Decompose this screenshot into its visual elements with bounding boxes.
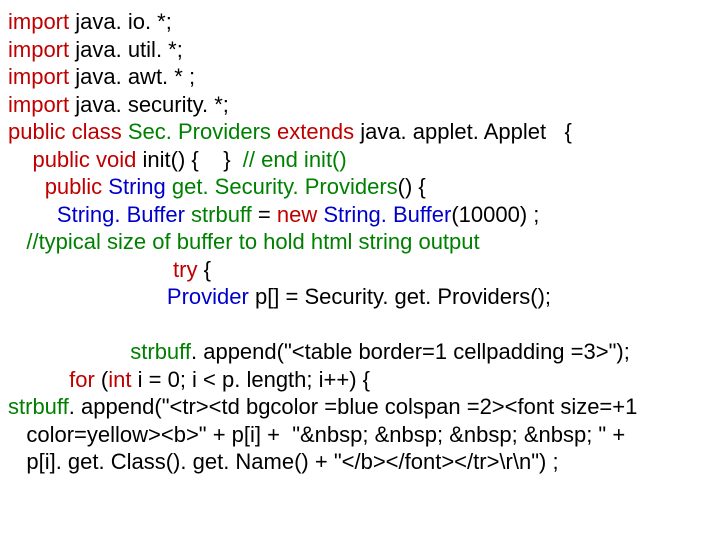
text: i = 0; i < p. length; i++) { [132, 367, 371, 392]
code-line-3: import java. awt. * ; [8, 63, 712, 91]
var-name: strbuff [130, 339, 191, 364]
keyword: new [277, 202, 317, 227]
code-line-1: import java. io. *; [8, 8, 712, 36]
text: . append("<tr><td bgcolor =blue colspan … [69, 394, 638, 419]
code-line-4: import java. security. *; [8, 91, 712, 119]
code-line-15: strbuff. append("<tr><td bgcolor =blue c… [8, 393, 712, 421]
code-line-5: public class Sec. Providers extends java… [8, 118, 712, 146]
text: color=yellow><b>" + p[i] + "&nbsp; &nbsp… [26, 422, 625, 447]
text: java. awt. * ; [69, 64, 195, 89]
text: java. util. *; [69, 37, 183, 62]
keyword: public void [32, 147, 136, 172]
code-line-9: //typical size of buffer to hold html st… [8, 228, 712, 256]
type: String. Buffer [57, 202, 185, 227]
keyword: import [8, 37, 69, 62]
code-line-12 [8, 311, 712, 339]
keyword: extends [271, 119, 354, 144]
type: String [102, 174, 166, 199]
code-line-16: color=yellow><b>" + p[i] + "&nbsp; &nbsp… [8, 421, 712, 449]
code-line-8: String. Buffer strbuff = new String. Buf… [8, 201, 712, 229]
comment: //typical size of buffer to hold html st… [26, 229, 479, 254]
code-line-7: public String get. Security. Providers()… [8, 173, 712, 201]
text: (10000) ; [451, 202, 539, 227]
text: { [198, 257, 211, 282]
code-line-10: try { [8, 256, 712, 284]
code-line-2: import java. util. *; [8, 36, 712, 64]
text: . append("<table border=1 cellpadding =3… [191, 339, 630, 364]
text: () { [398, 174, 426, 199]
keyword: import [8, 9, 69, 34]
keyword: import [8, 64, 69, 89]
keyword: public class [8, 119, 128, 144]
code-line-6: public void init() { } // end init() [8, 146, 712, 174]
text: p[] = Security. get. Providers(); [249, 284, 551, 309]
var-name: strbuff [8, 394, 69, 419]
keyword: public [45, 174, 102, 199]
type: Provider [167, 284, 249, 309]
code-line-11: Provider p[] = Security. get. Providers(… [8, 283, 712, 311]
keyword: int [108, 367, 131, 392]
method-name: get. Security. Providers [166, 174, 398, 199]
type: String. Buffer [317, 202, 451, 227]
text: java. security. *; [69, 92, 229, 117]
comment: // end init() [243, 147, 347, 172]
class-name: Sec. Providers [128, 119, 271, 144]
keyword: for [69, 367, 95, 392]
keyword: import [8, 92, 69, 117]
code-line-17: p[i]. get. Class(). get. Name() + "</b><… [8, 448, 712, 476]
text: init() { } [136, 147, 242, 172]
var-name: strbuff [185, 202, 252, 227]
text: java. io. *; [69, 9, 172, 34]
code-line-13: strbuff. append("<table border=1 cellpad… [8, 338, 712, 366]
keyword: try [173, 257, 197, 282]
text: java. applet. Applet { [354, 119, 572, 144]
code-line-14: for (int i = 0; i < p. length; i++) { [8, 366, 712, 394]
text: p[i]. get. Class(). get. Name() + "</b><… [26, 449, 558, 474]
